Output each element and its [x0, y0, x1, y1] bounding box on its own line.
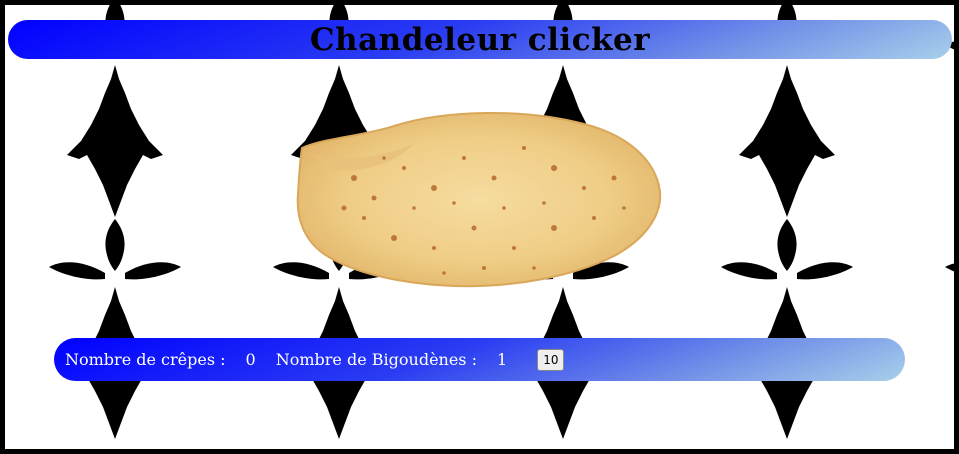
page-title: Chandeleur clicker	[309, 21, 651, 58]
bigoudenes-count-value: 1	[497, 350, 508, 369]
buy-bigoudene-button[interactable]: 10	[537, 348, 565, 371]
game-frame: Chandeleur clicker Nombre de crêpes: 0 …	[0, 0, 959, 454]
ermine-spot-icon	[721, 219, 853, 439]
ermine-spot-icon	[49, 219, 181, 439]
stats-bar: Nombre de crêpes : 0 Nombre de Bigoudène…	[54, 338, 905, 381]
crepes-count-label: Nombre de crêpes :	[65, 350, 226, 369]
ermine-spot-icon	[945, 219, 954, 439]
title-banner: Chandeleur clicker	[8, 20, 952, 59]
bigoudenes-count-label: Nombre de Bigoudènes :	[275, 350, 477, 369]
crepes-count-value: 0	[245, 350, 256, 369]
crepe-click-button[interactable]	[294, 108, 664, 290]
crepe-icon	[296, 112, 662, 288]
